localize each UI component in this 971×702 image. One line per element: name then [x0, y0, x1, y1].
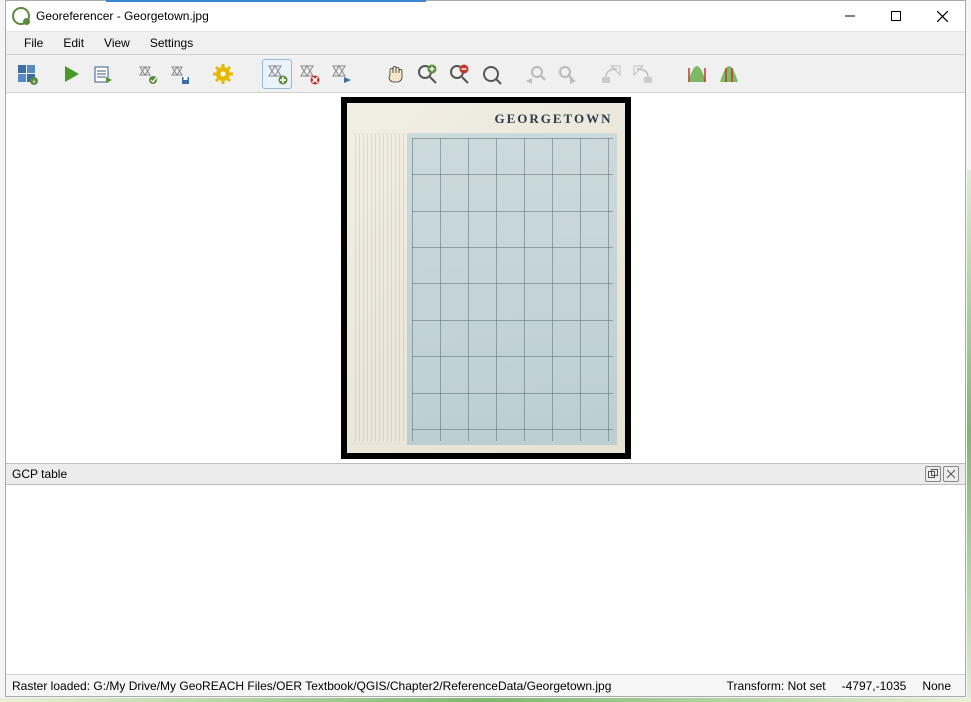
full-histogram-stretch-icon: [686, 63, 708, 85]
gcp-panel-header: GCP table: [6, 463, 965, 485]
link-georeferencer-icon: [600, 63, 622, 85]
undock-icon: [928, 469, 938, 479]
status-transform: Transform: Not set: [719, 679, 834, 693]
titlebar: Georeferencer - Georgetown.jpg: [6, 1, 965, 31]
maximize-button[interactable]: [873, 1, 919, 31]
zoom-out-button[interactable]: [444, 59, 474, 89]
svg-text:+: +: [32, 79, 36, 85]
link-qgis-icon: [632, 63, 654, 85]
georeferencer-window: Georeferencer - Georgetown.jpg File Edit…: [5, 0, 966, 697]
add-point-icon: [266, 63, 288, 85]
zoom-out-icon: [448, 63, 470, 85]
load-gcp-points-icon: [136, 63, 158, 85]
map-canvas[interactable]: GEORGETOWN: [6, 93, 965, 463]
load-gcp-button[interactable]: [132, 59, 162, 89]
gcp-table-body[interactable]: [6, 485, 965, 674]
move-point-button[interactable]: [326, 59, 356, 89]
maximize-icon: [891, 11, 901, 21]
background-map-sliver-bottom: [0, 698, 971, 702]
close-button[interactable]: [919, 1, 965, 31]
open-raster-button[interactable]: +: [12, 59, 42, 89]
pan-icon: [384, 63, 406, 85]
transformation-settings-button[interactable]: [208, 59, 238, 89]
open-raster-icon: +: [16, 63, 38, 85]
zoom-next-button[interactable]: [552, 59, 582, 89]
window-accent: [106, 0, 426, 2]
menu-file[interactable]: File: [14, 33, 53, 53]
save-gcp-points-icon: [168, 63, 190, 85]
minimize-button[interactable]: [827, 1, 873, 31]
window-title: Georeferencer - Georgetown.jpg: [36, 9, 209, 23]
close-icon: [937, 11, 948, 22]
status-message: Raster loaded: G:/My Drive/My GeoREACH F…: [12, 679, 611, 693]
status-rotation: None: [914, 679, 959, 693]
menu-view[interactable]: View: [94, 33, 140, 53]
menu-settings[interactable]: Settings: [140, 33, 203, 53]
zoom-last-icon: [524, 63, 546, 85]
toolbar: +: [6, 55, 965, 93]
link-qgis-button[interactable]: [628, 59, 658, 89]
save-gcp-button[interactable]: [164, 59, 194, 89]
local-histogram-stretch-icon: [718, 63, 740, 85]
menu-edit[interactable]: Edit: [53, 33, 94, 53]
delete-point-button[interactable]: [294, 59, 324, 89]
add-point-button[interactable]: [262, 59, 292, 89]
full-histogram-button[interactable]: [682, 59, 712, 89]
status-coords: -4797,-1035: [834, 679, 915, 693]
map-title-label: GEORGETOWN: [494, 111, 612, 127]
statusbar: Raster loaded: G:/My Drive/My GeoREACH F…: [6, 674, 965, 696]
panel-close-icon: [946, 469, 956, 479]
start-georeferencing-button[interactable]: [56, 59, 86, 89]
delete-point-icon: [298, 63, 320, 85]
generate-script-icon: [92, 63, 114, 85]
pan-button[interactable]: [380, 59, 410, 89]
background-map-sliver-right: [967, 170, 971, 700]
move-point-icon: [330, 63, 352, 85]
zoom-next-icon: [556, 63, 578, 85]
menubar: File Edit View Settings: [6, 31, 965, 55]
zoom-last-button[interactable]: [520, 59, 550, 89]
gcp-panel-title: GCP table: [12, 467, 67, 481]
link-georeferencer-button[interactable]: [596, 59, 626, 89]
generate-script-button[interactable]: [88, 59, 118, 89]
local-histogram-button[interactable]: [714, 59, 744, 89]
qgis-icon: [12, 7, 30, 25]
zoom-in-icon: [416, 63, 438, 85]
zoom-to-layer-icon: [480, 63, 502, 85]
minimize-icon: [845, 11, 855, 21]
zoom-in-button[interactable]: [412, 59, 442, 89]
gcp-panel-undock-button[interactable]: [925, 466, 941, 482]
gcp-panel-close-button[interactable]: [943, 466, 959, 482]
transformation-settings-icon: [212, 63, 234, 85]
loaded-raster-image: GEORGETOWN: [341, 97, 631, 459]
start-georeferencing-icon: [60, 63, 82, 85]
zoom-to-layer-button[interactable]: [476, 59, 506, 89]
